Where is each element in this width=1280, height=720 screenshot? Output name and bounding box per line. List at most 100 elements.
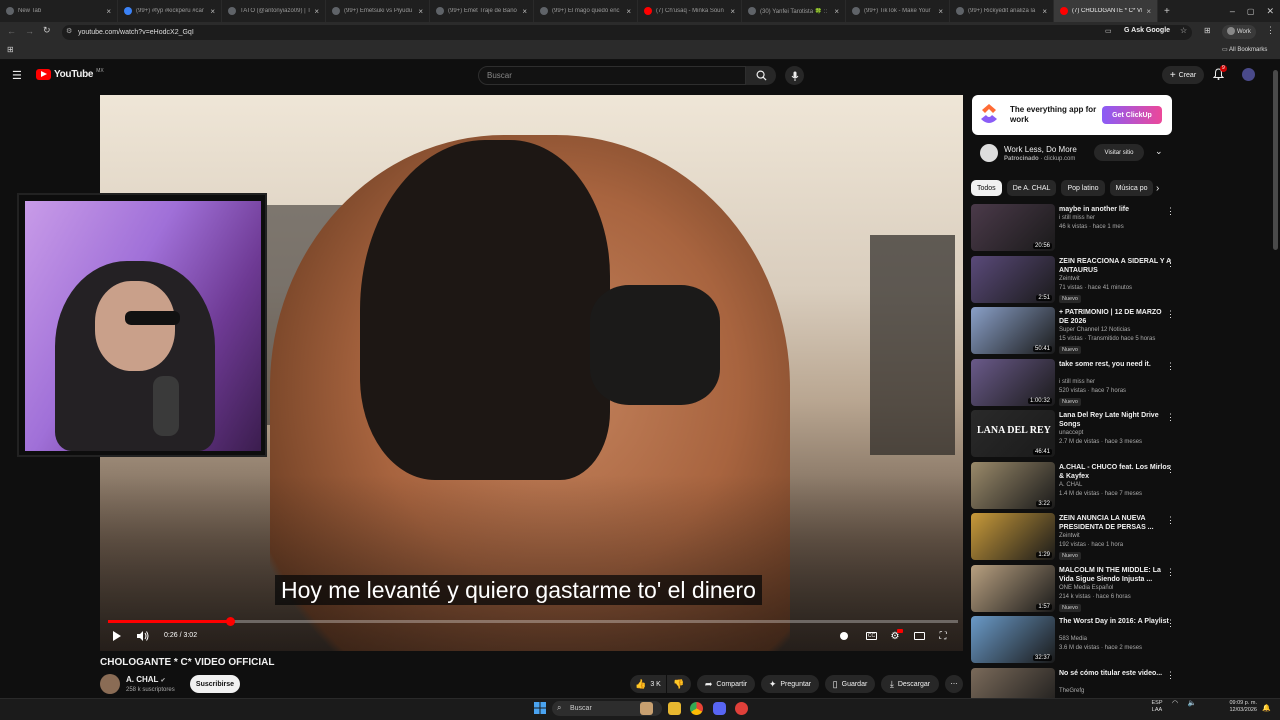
close-icon[interactable]: ×	[730, 7, 735, 16]
hamburger-menu-icon[interactable]: ☰	[12, 69, 22, 82]
reload-icon[interactable]: ↻	[43, 25, 51, 36]
close-icon[interactable]: ×	[418, 7, 423, 16]
tab[interactable]: (99+) El mago quedó enc ×	[534, 0, 638, 22]
play-button[interactable]	[110, 630, 122, 642]
more-options-icon[interactable]: ⋮	[1166, 618, 1175, 629]
recommendation-channel[interactable]: A. CHAL	[1059, 482, 1082, 488]
tab[interactable]: (99+) TikTok - Make Your ×	[846, 0, 950, 22]
widget-icon[interactable]	[640, 702, 653, 715]
video-thumbnail[interactable]: 1:00:32	[971, 358, 1055, 406]
video-thumbnail[interactable]: 2:51	[971, 255, 1055, 303]
channel-avatar[interactable]	[100, 674, 120, 694]
video-thumbnail[interactable]: 50:41	[971, 307, 1055, 354]
get-clickup-button[interactable]: Get ClickUp	[1102, 106, 1162, 124]
menu-kebab-icon[interactable]: ⋮	[1266, 25, 1275, 36]
video-thumbnail[interactable]: LANA DEL REY 46:41	[971, 410, 1055, 457]
site-info-icon[interactable]: ⚙	[66, 27, 72, 35]
recommendation-title[interactable]: MALCOLM IN THE MIDDLE: La Vida Sigue Sie…	[1059, 566, 1171, 584]
close-icon[interactable]: ×	[626, 7, 631, 16]
ask-google-button[interactable]: G Ask Google	[1124, 27, 1170, 34]
chip-todos[interactable]: Todos	[971, 180, 1002, 196]
more-options-icon[interactable]: ⋮	[1166, 361, 1175, 372]
search-input[interactable]: Buscar	[478, 66, 746, 85]
tab[interactable]: New Tab ×	[0, 0, 118, 22]
recommendation-title[interactable]: ZEIN REACCIONA A SIDERAL Y A ANTAURUS	[1059, 257, 1171, 275]
ask-button[interactable]: ✦ Preguntar	[761, 675, 819, 693]
recommendation-channel[interactable]: Zeintwit	[1059, 276, 1080, 282]
more-options-icon[interactable]: ⋮	[1166, 309, 1175, 320]
browser-app-icon[interactable]	[735, 702, 748, 715]
more-options-icon[interactable]: ⋮	[1166, 464, 1175, 475]
voice-search-button[interactable]	[785, 66, 804, 85]
recommendation-channel[interactable]: i still miss her	[1059, 215, 1095, 221]
more-options-icon[interactable]: ⋮	[1166, 206, 1175, 217]
recommendation-item[interactable]: 3:22 A.CHAL - CHUCO feat. Los Mirlos & Ka…	[971, 461, 1176, 514]
profile-chip[interactable]: Work	[1222, 25, 1256, 39]
more-options-icon[interactable]: ⋮	[1166, 670, 1175, 681]
recommendation-item[interactable]: 1:29 ZEIN ANUNCIA LA NUEVA PRESIDENTA DE …	[971, 513, 1176, 565]
recommendation-channel[interactable]: Super Channel 12 Noticias	[1059, 327, 1130, 333]
url-field[interactable]: ⚙ youtube.com/watch?v=eHodcX2_GqI ▭ G As…	[62, 25, 1192, 40]
notifications-button[interactable]: 9	[1213, 65, 1227, 82]
recommendation-title[interactable]: Lana Del Rey Late Night Drive Songs	[1059, 411, 1171, 429]
like-button[interactable]: 👍 3 K	[630, 675, 666, 693]
tab[interactable]: (99+) Emet Traje de Baño ×	[430, 0, 534, 22]
video-thumbnail[interactable]: 1:57	[971, 564, 1055, 612]
close-icon[interactable]: ×	[522, 7, 527, 16]
tab[interactable]: (99+) Rickyedit analiza la ×	[950, 0, 1054, 22]
recommendation-title[interactable]: The Worst Day in 2016: A Playlist	[1059, 617, 1171, 626]
apps-grid-icon[interactable]: ⊞	[7, 45, 14, 54]
all-bookmarks-link[interactable]: ▭ All Bookmarks	[1222, 46, 1267, 53]
advertiser-avatar[interactable]	[980, 144, 998, 162]
recommendation-item[interactable]: 20:56 maybe in another life i still miss h…	[971, 204, 1176, 256]
volume-button[interactable]	[136, 630, 150, 642]
ad-banner[interactable]: The everything app for work Get ClickUp	[972, 95, 1172, 135]
progress-bar[interactable]	[108, 617, 958, 626]
channel-name[interactable]: A. CHAL ✔	[126, 675, 166, 684]
search-button[interactable]	[746, 66, 776, 85]
save-button[interactable]: ▯ Guardar	[825, 675, 875, 693]
recommendation-item[interactable]: LANA DEL REY 46:41 Lana Del Rey Late Night…	[971, 410, 1176, 462]
recommendation-item[interactable]: 1:00:32 take some rest, you need it. i sti…	[971, 358, 1176, 411]
close-icon[interactable]: ×	[1146, 7, 1151, 16]
recommendation-title[interactable]: maybe in another life	[1059, 205, 1171, 214]
recommendation-channel[interactable]: Zeintwit	[1059, 533, 1080, 539]
start-button[interactable]	[534, 702, 546, 714]
recommendation-channel[interactable]: ONE Media Español	[1059, 585, 1113, 591]
recommendation-title[interactable]: ZEIN ANUNCIA LA NUEVA PRESIDENTA DE PERS…	[1059, 514, 1171, 532]
create-button[interactable]: + Crear	[1162, 66, 1204, 84]
new-tab-button[interactable]: +	[1158, 0, 1178, 22]
dislike-button[interactable]: 👎	[667, 675, 691, 693]
file-explorer-icon[interactable]	[668, 702, 681, 715]
chevron-down-icon[interactable]: ⌄	[1155, 146, 1163, 157]
close-icon[interactable]: ×	[314, 7, 319, 16]
close-icon[interactable]: ×	[106, 7, 111, 16]
close-icon[interactable]: ×	[1042, 7, 1047, 16]
chip-de-a-chal[interactable]: De A. CHAL	[1006, 180, 1057, 196]
fullscreen-button[interactable]: ⛶	[937, 630, 949, 642]
recommendation-title[interactable]: + PATRIMONIO | 12 DE MARZO DE 2026	[1059, 308, 1171, 326]
close-icon[interactable]: ×	[834, 7, 839, 16]
recommendation-item[interactable]: 2:51 ZEIN REACCIONA A SIDERAL Y A ANTAURU…	[971, 255, 1176, 308]
cast-icon[interactable]: ▭	[1105, 27, 1112, 35]
more-options-icon[interactable]: ⋮	[1166, 515, 1175, 526]
settings-button[interactable]: ⚙	[888, 629, 903, 643]
video-thumbnail[interactable]: 1:29	[971, 513, 1055, 560]
tab-active[interactable]: (7) CHOLOGANTE * C* VI ×	[1054, 0, 1158, 22]
recommendation-item[interactable]: 50:41 + PATRIMONIO | 12 DE MARZO DE 2026 S…	[971, 307, 1176, 359]
recommendation-item[interactable]: 1:57 MALCOLM IN THE MIDDLE: La Vida Sigue…	[971, 564, 1176, 617]
chip-musica[interactable]: Música po	[1109, 180, 1154, 196]
recommendation-item[interactable]: 32:37 The Worst Day in 2016: A Playlist 58…	[971, 616, 1176, 668]
more-options-icon[interactable]: ⋮	[1166, 412, 1175, 423]
miniplayer-button[interactable]	[913, 630, 926, 642]
chip-pop-latino[interactable]: Pop latino	[1061, 180, 1105, 196]
recommendation-channel[interactable]: unaccept	[1059, 430, 1083, 436]
recommendation-title[interactable]: take some rest, you need it.	[1059, 360, 1171, 369]
video-thumbnail[interactable]: 20:56	[971, 204, 1055, 251]
tab[interactable]: (30) Yanfei Tarotista 🍀 :: ×	[742, 0, 846, 22]
maximize-icon[interactable]: ▢	[1241, 0, 1261, 22]
extensions-icon[interactable]: ⊞	[1204, 26, 1211, 35]
youtube-logo[interactable]: YouTube MX	[36, 68, 104, 80]
forward-icon[interactable]: →	[25, 26, 34, 36]
tab[interactable]: (99+) Emetsuki vs Piyudu ×	[326, 0, 430, 22]
